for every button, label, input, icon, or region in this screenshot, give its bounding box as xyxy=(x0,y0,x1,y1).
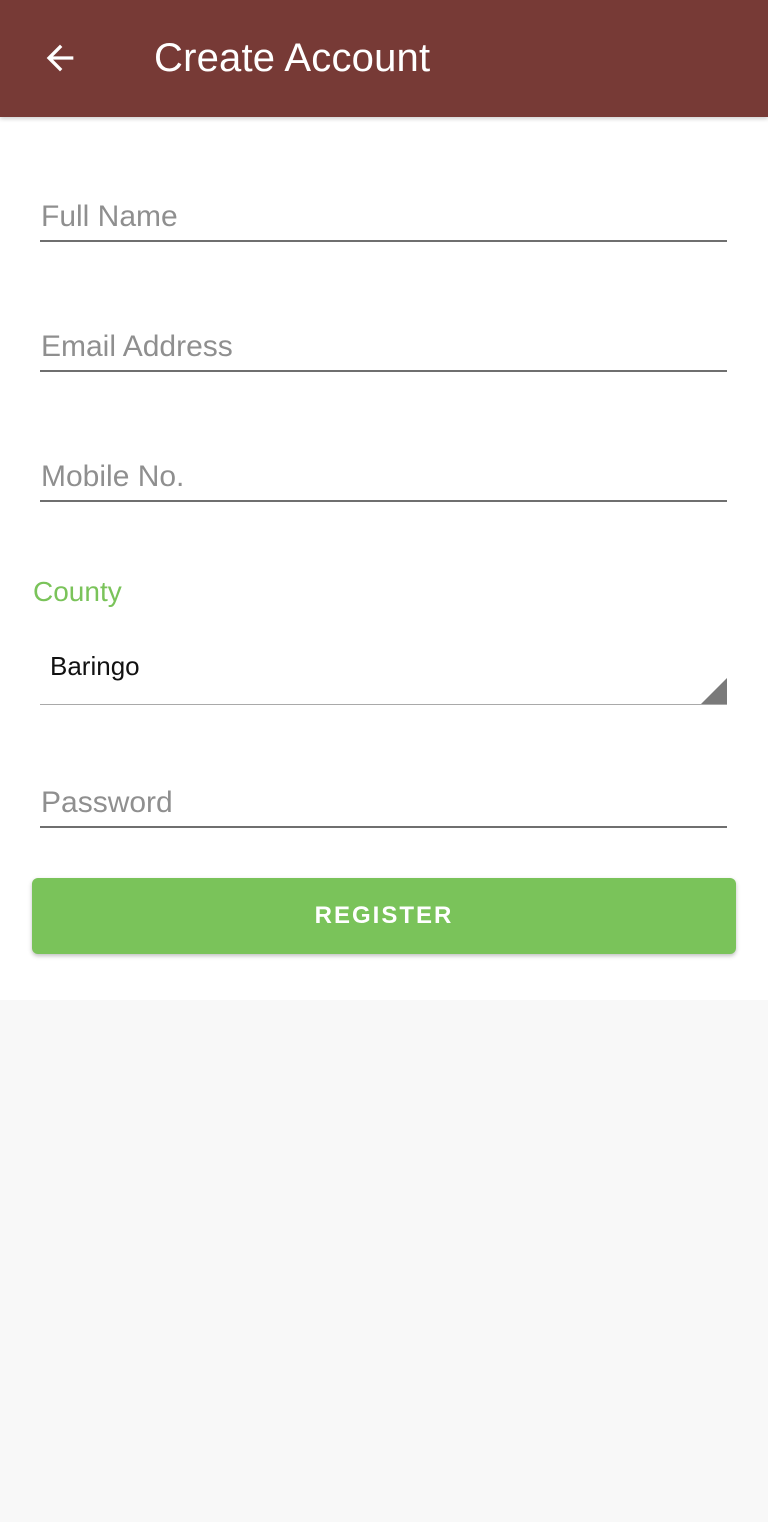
app-bar: Create Account xyxy=(0,0,768,117)
email-input[interactable] xyxy=(40,330,728,364)
registration-form xyxy=(0,117,768,1000)
page-title: Create Account xyxy=(154,36,431,80)
county-selected-value: Baringo xyxy=(50,651,140,681)
arrow-back-icon xyxy=(46,44,74,72)
password-input[interactable] xyxy=(40,786,728,820)
mobile-input[interactable] xyxy=(40,460,728,494)
full-name-input[interactable] xyxy=(40,200,728,234)
spinner-triangle-icon xyxy=(701,678,727,704)
back-button[interactable] xyxy=(24,22,96,94)
county-dropdown[interactable]: Baringo xyxy=(40,632,727,705)
password-field xyxy=(40,766,728,828)
email-field xyxy=(40,310,728,372)
full-name-field xyxy=(40,180,728,242)
mobile-field xyxy=(40,440,728,502)
county-label: County xyxy=(33,576,122,607)
register-button[interactable]: REGISTER xyxy=(32,878,736,954)
